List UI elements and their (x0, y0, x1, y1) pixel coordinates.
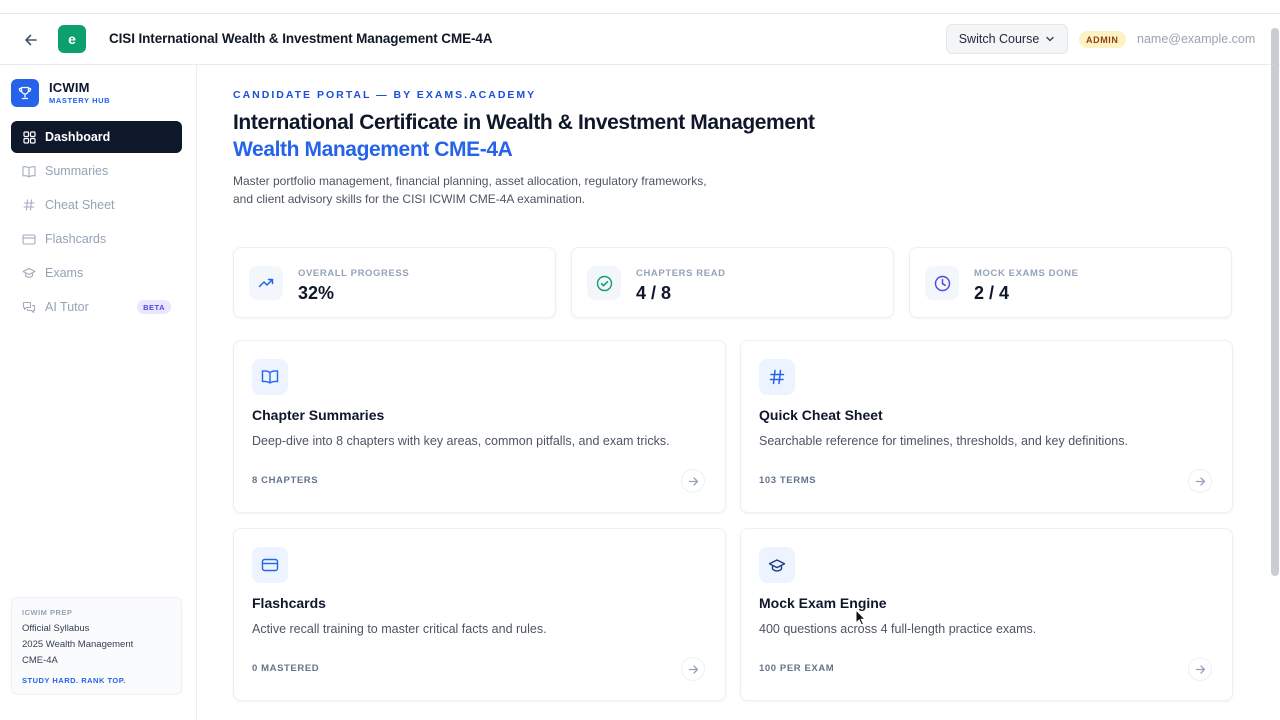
sidebar-item-label: Summaries (45, 164, 109, 178)
trophy-icon (11, 79, 39, 107)
card-description: 400 questions across 4 full-length pract… (759, 622, 1037, 636)
card-description: Active recall training to master critica… (252, 622, 547, 636)
trending-up-icon (249, 266, 283, 300)
card-icon (252, 547, 288, 583)
sidebar-item-label: Cheat Sheet (45, 198, 115, 212)
card-quick-cheat-sheet[interactable]: Quick Cheat Sheet Searchable reference f… (740, 340, 1233, 513)
stat-value: 32% (298, 283, 335, 303)
graduation-cap-icon (759, 547, 795, 583)
sidebar-item-label: Dashboard (45, 130, 111, 144)
promo-line: Official Syllabus (22, 623, 90, 634)
card-description: Searchable reference for timelines, thre… (759, 434, 1128, 448)
promo-line: CME-4A (22, 655, 58, 666)
switch-course-button[interactable]: Switch Course (946, 24, 1068, 54)
clock-icon (925, 266, 959, 300)
stat-label: CHAPTERS READ (636, 268, 726, 279)
card-meta: 0 MASTERED (252, 663, 320, 674)
hash-icon (759, 359, 795, 395)
back-button[interactable] (18, 27, 44, 53)
browser-top-strip (0, 0, 1280, 14)
sidebar-item-summaries[interactable]: Summaries (11, 155, 182, 187)
stat-mock-exams-done: MOCK EXAMS DONE 2 / 4 (909, 247, 1232, 318)
card-meta: 103 TERMS (759, 475, 817, 486)
arrow-right-icon[interactable] (681, 469, 705, 493)
page-subtitle: Wealth Management CME-4A (233, 138, 513, 161)
stat-chapters-read: CHAPTERS READ 4 / 8 (571, 247, 894, 318)
main-content: CANDIDATE PORTAL — BY EXAMS.ACADEMY Inte… (197, 65, 1268, 720)
stat-value: 2 / 4 (974, 283, 1010, 303)
sidebar-item-dashboard[interactable]: Dashboard (11, 121, 182, 153)
stat-label: OVERALL PROGRESS (298, 268, 410, 279)
card-chapter-summaries[interactable]: Chapter Summaries Deep-dive into 8 chapt… (233, 340, 726, 513)
sidebar-item-flashcards[interactable]: Flashcards (11, 223, 182, 255)
arrow-right-icon[interactable] (1188, 469, 1212, 493)
sidebar: ICWIM MASTERY HUB Dashboard Summaries Ch… (0, 65, 197, 720)
arrow-left-icon (25, 34, 37, 46)
sidebar-item-label: AI Tutor (45, 300, 89, 314)
user-email[interactable]: name@example.com (1137, 32, 1255, 46)
app-logo[interactable]: e (58, 25, 86, 53)
card-title: Chapter Summaries (252, 407, 385, 423)
check-circle-icon (587, 266, 621, 300)
card-title: Mock Exam Engine (759, 595, 887, 611)
page-title: International Certificate in Wealth & In… (233, 111, 815, 134)
card-title: Quick Cheat Sheet (759, 407, 883, 423)
chat-icon (22, 300, 36, 314)
sidebar-item-ai-tutor[interactable]: AI Tutor BETA (11, 291, 182, 323)
promo-line: 2025 Wealth Management (22, 639, 134, 650)
chevron-down-icon (1046, 36, 1054, 42)
course-title: CISI International Wealth & Investment M… (109, 31, 493, 46)
sidebar-item-label: Exams (45, 266, 84, 280)
portal-kicker: CANDIDATE PORTAL — BY EXAMS.ACADEMY (233, 89, 537, 101)
sidebar-item-cheat-sheet[interactable]: Cheat Sheet (11, 189, 182, 221)
stat-label: MOCK EXAMS DONE (974, 268, 1079, 279)
mouse-cursor-icon (855, 609, 867, 626)
top-header: e CISI International Wealth & Investment… (0, 15, 1280, 65)
card-meta: 8 CHAPTERS (252, 475, 319, 486)
stat-overall-progress: OVERALL PROGRESS 32% (233, 247, 556, 318)
book-open-icon (252, 359, 288, 395)
card-meta: 100 PER EXAM (759, 663, 835, 674)
promo-footer: STUDY HARD. RANK TOP. (22, 676, 126, 685)
brand-name: ICWIM (49, 80, 90, 95)
sidebar-nav: Dashboard Summaries Cheat Sheet Flashcar… (11, 121, 182, 325)
brand-subtitle: MASTERY HUB (49, 96, 111, 105)
book-icon (22, 164, 36, 178)
page-scrollbar[interactable] (1271, 28, 1279, 576)
card-flashcards[interactable]: Flashcards Active recall training to mas… (233, 528, 726, 701)
admin-badge: ADMIN (1079, 31, 1126, 48)
arrow-right-icon[interactable] (1188, 657, 1212, 681)
card-icon (22, 232, 36, 246)
promo-text: Official Syllabus 2025 Wealth Management… (22, 621, 171, 669)
syllabus-promo: ICWIM PREP Official Syllabus 2025 Wealth… (11, 597, 182, 695)
page-description: Master portfolio management, financial p… (233, 174, 707, 206)
beta-badge: BETA (137, 300, 171, 314)
graduation-cap-icon (22, 266, 36, 280)
promo-kicker: ICWIM PREP (22, 608, 73, 617)
card-description: Deep-dive into 8 chapters with key areas… (252, 434, 670, 448)
card-title: Flashcards (252, 595, 326, 611)
grid-icon (22, 130, 36, 144)
sidebar-item-label: Flashcards (45, 232, 107, 246)
switch-course-label: Switch Course (958, 32, 1040, 46)
hash-icon (22, 198, 36, 212)
stat-value: 4 / 8 (636, 283, 672, 303)
card-mock-exam-engine[interactable]: Mock Exam Engine 400 questions across 4 … (740, 528, 1233, 701)
arrow-right-icon[interactable] (681, 657, 705, 681)
sidebar-item-exams[interactable]: Exams (11, 257, 182, 289)
